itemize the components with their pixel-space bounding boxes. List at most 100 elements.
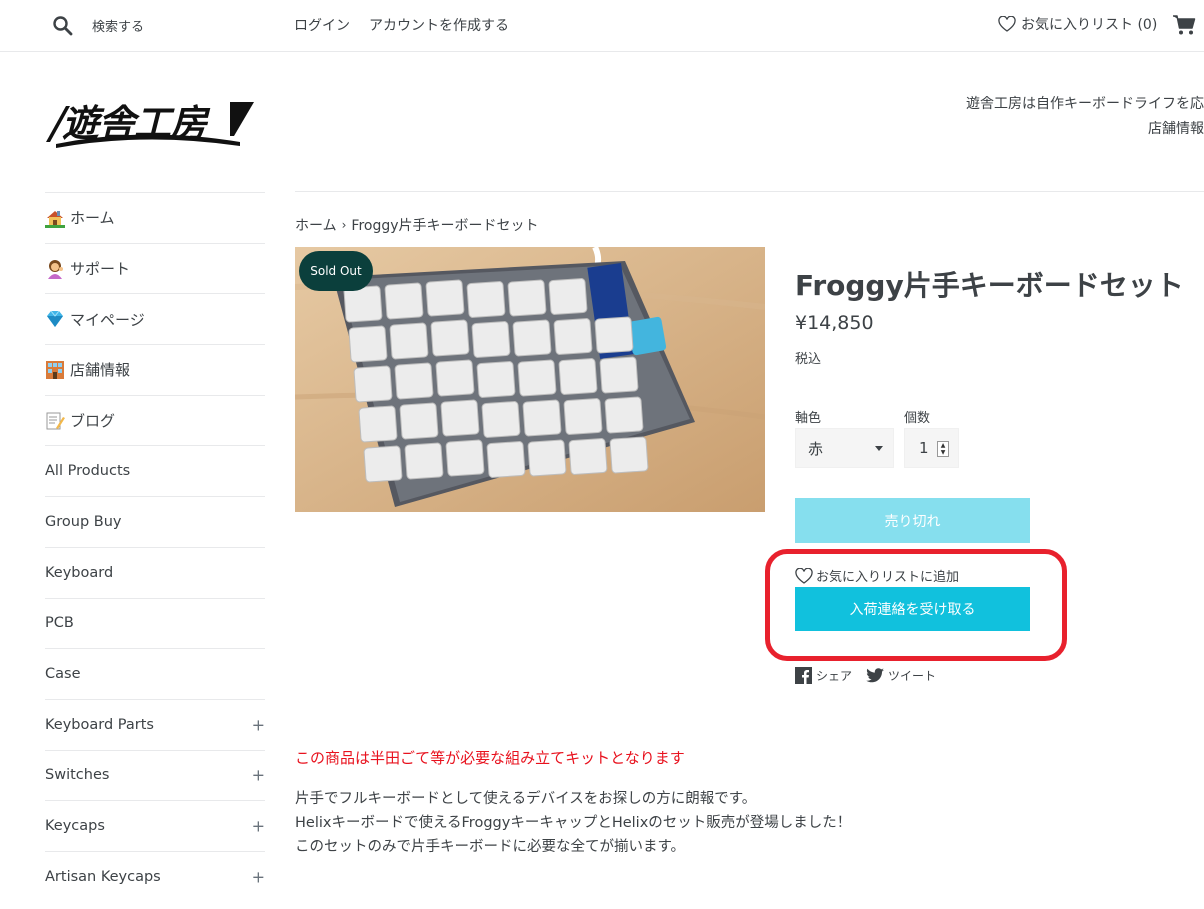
product-description: 片手でフルキーボードとして使えるデバイスをお探しの方に朗報です。 Helixキー… [295, 787, 851, 859]
expand-icon[interactable]: + [252, 715, 265, 734]
keycap [348, 325, 388, 363]
memo-icon [45, 411, 65, 431]
switch-color-label: 軸色 [795, 411, 822, 426]
support-person-icon [45, 259, 65, 279]
keycap [435, 359, 475, 397]
sidebar-item-label: Case [45, 666, 81, 683]
heart-icon [795, 567, 813, 584]
sidebar-item-home[interactable]: ホーム [45, 192, 265, 243]
restock-notify-button[interactable]: 入荷連絡を受け取る [795, 587, 1030, 631]
keycap [399, 402, 439, 440]
twitter-share-label: ツイート [888, 669, 937, 683]
gem-icon [45, 309, 65, 329]
site-logo[interactable]: 遊舎工房 [44, 86, 254, 156]
sidebar-item-label: Keycaps [45, 818, 105, 835]
keycap [389, 322, 429, 360]
sidebar-item-artisan-keycaps[interactable]: Artisan Keycaps + [45, 850, 265, 902]
quantity-stepper[interactable]: ▲ ▼ [937, 441, 949, 457]
keycap [527, 439, 567, 477]
sidebar-item-store-info[interactable]: 店舗情報 [45, 344, 265, 395]
sidebar-item-pcb[interactable]: PCB [45, 597, 265, 649]
sidebar-item-support[interactable]: サポート [45, 242, 265, 294]
sidebar-item-group-buy[interactable]: Group Buy [45, 496, 265, 547]
keycap [430, 319, 470, 357]
keycap [558, 358, 598, 395]
switch-color-value: 赤 [808, 439, 824, 458]
header-store-link[interactable]: 店舗情報 [966, 117, 1204, 142]
breadcrumb-separator: › [341, 218, 347, 232]
breadcrumb-home-link[interactable]: ホーム [295, 215, 337, 235]
heart-icon [998, 16, 1016, 32]
wishlist-label: お気に入りリスト (0) [1021, 17, 1158, 33]
add-to-wishlist-label: お気に入りリストに追加 [816, 570, 960, 585]
keycap [471, 321, 511, 358]
facebook-share-link[interactable]: シェア [795, 667, 852, 684]
sidebar-item-label: Artisan Keycaps [45, 868, 161, 885]
sidebar-item-keyboard-parts[interactable]: Keyboard Parts + [45, 698, 265, 750]
keycap [353, 365, 393, 403]
sidebar-nav: ホーム サポート マイページ 店舗情報 ブログ All Products Gro… [45, 192, 265, 902]
keycap [568, 438, 608, 475]
expand-icon[interactable]: + [252, 867, 265, 886]
switch-color-select[interactable]: 赤 [795, 428, 894, 468]
add-to-wishlist-link[interactable]: お気に入りリストに追加 [795, 566, 959, 585]
expand-icon[interactable]: + [252, 817, 265, 836]
product-title: Froggy片手キーボードセット [795, 269, 1184, 302]
keycap [440, 399, 480, 437]
twitter-icon [866, 668, 885, 683]
sidebar-item-keyboard[interactable]: Keyboard [45, 546, 265, 598]
keycap [604, 396, 644, 434]
keycap [609, 436, 649, 474]
cart-icon[interactable] [1172, 14, 1196, 36]
keycap [486, 441, 526, 478]
keycap [507, 279, 547, 317]
top-bar: 検索する ログイン アカウントを作成する お気に入りリスト (0) [0, 0, 1204, 52]
content-divider [295, 191, 1204, 192]
chevron-down-icon [875, 446, 883, 451]
header-message-line1: 遊舎工房は自作キーボードライフを応 [966, 96, 1204, 112]
sidebar-item-label: Group Buy [45, 513, 122, 530]
keycap [394, 362, 434, 400]
keycap [404, 442, 444, 480]
sidebar-item-label: Switches [45, 767, 110, 784]
search-icon[interactable] [52, 15, 74, 37]
breadcrumb: ホーム › Froggy片手キーボードセット [295, 215, 539, 235]
sidebar-item-keycaps[interactable]: Keycaps + [45, 800, 265, 851]
keycap [384, 282, 424, 320]
header-message: 遊舎工房は自作キーボードライフを応 店舗情報 [966, 92, 1204, 142]
keycap [363, 445, 403, 483]
keycap [358, 405, 398, 443]
keycap [481, 401, 521, 438]
assembly-warning: この商品は半田ごて等が必要な組み立てキットとなります [295, 749, 685, 767]
sold-out-button[interactable]: 売り切れ [795, 498, 1030, 543]
description-line: このセットのみで片手キーボードに必要な全てが揃います。 [295, 839, 686, 855]
create-account-link[interactable]: アカウントを作成する [369, 15, 509, 35]
quantity-input[interactable]: 1 ▲ ▼ [904, 428, 959, 468]
expand-icon[interactable]: + [252, 766, 265, 785]
sidebar-item-label: PCB [45, 615, 74, 632]
keycap [522, 399, 562, 437]
search-input[interactable]: 検索する [92, 16, 144, 35]
building-icon [45, 360, 65, 380]
sidebar-item-all-products[interactable]: All Products [45, 445, 265, 496]
facebook-icon [795, 667, 812, 684]
keycap [343, 285, 383, 323]
keycap [599, 356, 639, 394]
sidebar-item-case[interactable]: Case [45, 648, 265, 699]
twitter-share-link[interactable]: ツイート [866, 667, 936, 684]
keycap [594, 316, 634, 354]
keycap [445, 439, 485, 477]
sidebar-item-label: Keyboard Parts [45, 716, 154, 733]
sidebar-item-switches[interactable]: Switches + [45, 749, 265, 801]
sidebar-item-blog[interactable]: ブログ [45, 394, 265, 446]
product-image[interactable] [295, 247, 765, 512]
sidebar-item-label: ブログ [70, 412, 116, 431]
logo-text: 遊舎工房 [62, 102, 211, 145]
wishlist-link[interactable]: お気に入りリスト (0) [998, 14, 1157, 34]
sidebar-item-mypage[interactable]: マイページ [45, 293, 265, 344]
facebook-share-label: シェア [816, 669, 853, 683]
keycap [425, 279, 465, 317]
login-link[interactable]: ログイン [294, 15, 350, 35]
house-icon [45, 208, 65, 228]
sidebar-item-label: ホーム [70, 209, 115, 228]
